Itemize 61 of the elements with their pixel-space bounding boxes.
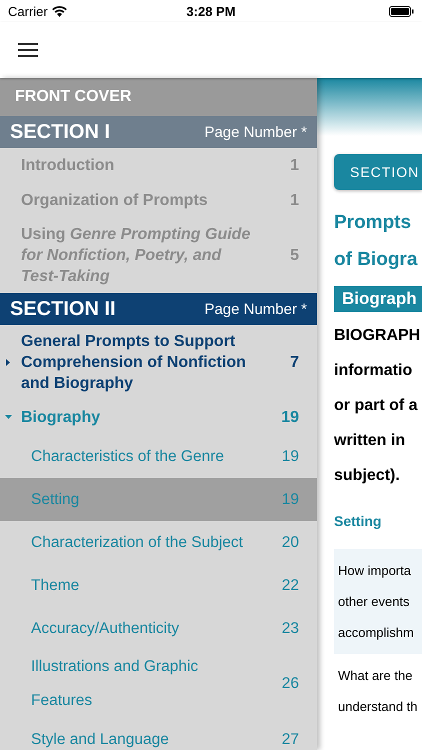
prompt-text: What are the — [338, 667, 414, 685]
section-button[interactable]: SECTION — [334, 154, 422, 190]
definition-text: BIOGRAPH — [334, 326, 422, 346]
battery-icon — [389, 6, 414, 16]
page-number: 26 — [282, 674, 299, 694]
item-title: Theme — [31, 576, 80, 596]
heading-text: Prompts — [334, 211, 412, 235]
contents-item[interactable]: Introduction 1 — [0, 148, 317, 183]
page-number-header: Page Number * — [204, 300, 307, 318]
page-number: 20 — [282, 532, 299, 552]
wifi-icon — [52, 6, 67, 16]
contents-subitem[interactable]: Theme 22 — [0, 564, 317, 607]
topic-label: Biograph — [334, 286, 422, 312]
front-cover-item[interactable]: FRONT COVER — [0, 78, 317, 116]
carrier-label: Carrier — [8, 4, 48, 18]
item-title: Biography — [21, 408, 102, 428]
page-number: 5 — [290, 246, 299, 266]
contents-subitem[interactable]: Characteristics of the Genre 19 — [0, 435, 317, 478]
page-number: 19 — [282, 490, 299, 510]
prompt-text: accomplishm — [338, 624, 415, 642]
prompt-text: other events — [338, 593, 411, 611]
item-title: Setting — [31, 490, 80, 510]
page-number: 1 — [290, 191, 299, 211]
section-title: SECTION II — [10, 298, 116, 320]
contents-item[interactable]: Using Genre Prompting Guide for Nonfiction, Poetry, and Test-Taking 5 — [0, 218, 317, 293]
page-number: 7 — [290, 353, 299, 373]
definition-text: informatio — [334, 361, 414, 381]
contents-subitem[interactable]: Style and Language 27 — [0, 718, 317, 750]
prompt-text: How importa — [338, 562, 412, 580]
page-number: 19 — [281, 408, 299, 428]
contents-item[interactable]: Biography 19 — [0, 400, 317, 435]
item-title: Introduction — [21, 156, 116, 176]
section-title: SECTION I — [10, 120, 110, 144]
definition-text: written in — [334, 431, 406, 451]
contents-subitem[interactable]: Setting 19 — [0, 478, 317, 521]
prompt-text: understand th — [338, 698, 419, 716]
clock-time: 3:28 PM — [186, 4, 236, 18]
contents-item[interactable]: General Prompts to Support Comprehension of Nonfiction and Biography 7 — [0, 325, 317, 400]
item-title: Using Genre Prompting Guide for Nonfiction, Poetry, and Test-Taking — [21, 225, 252, 287]
page-number: 27 — [282, 730, 299, 750]
item-title: Organization of Prompts — [21, 191, 209, 211]
contents-subitem[interactable]: Illustrations and Graphic Features 26 — [0, 650, 317, 718]
item-title: Illustrations and Graphic Features — [31, 657, 200, 711]
contents-item[interactable]: Organization of Prompts 1 — [0, 183, 317, 218]
definition-text: or part of a — [334, 396, 419, 416]
menu-button[interactable] — [18, 43, 38, 57]
page-number: 1 — [290, 156, 299, 176]
page-number: 19 — [282, 446, 299, 466]
page-number: 23 — [282, 618, 299, 638]
page-number: 22 — [282, 576, 299, 596]
item-title: Characterization of the Subject — [31, 532, 244, 552]
item-title: Characteristics of the Genre — [31, 446, 225, 466]
contents-subitem[interactable]: Characterization of the Subject 20 — [0, 521, 317, 564]
item-title: General Prompts to Support Comprehension of Nonfiction and Biography — [21, 332, 247, 394]
page-number-header: Page Number * — [204, 124, 307, 140]
definition-text: subject). — [334, 466, 401, 486]
item-title: Style and Language — [31, 730, 170, 750]
contents-subitem[interactable]: Accuracy/Authenticity 23 — [0, 607, 317, 650]
heading-text: of Biogra — [334, 248, 418, 272]
subheading: Setting — [334, 513, 382, 529]
item-title: Accuracy/Authenticity — [31, 618, 180, 638]
